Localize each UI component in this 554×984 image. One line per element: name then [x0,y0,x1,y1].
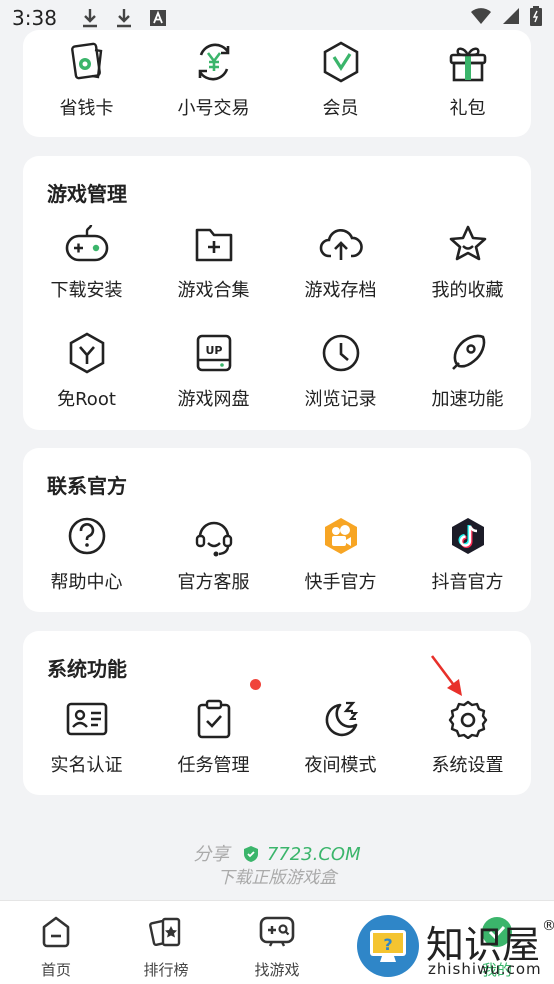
section-title: 联系官方 [47,474,127,498]
no-root-item[interactable]: 免Root [23,331,150,421]
douyin-logo-icon [446,514,490,558]
accelerate-item[interactable]: 加速功能 [404,331,531,421]
system-settings-label: 系统设置 [431,755,504,776]
tab-ranking[interactable]: 排行榜 [111,915,221,980]
gear-icon [446,697,490,741]
share-prefix: 分享 [193,844,230,865]
battery-icon [530,5,542,31]
kuaishou-official-label: 快手官方 [304,572,377,593]
savings-card-label: 省钱卡 [59,98,114,119]
signal-icon [502,6,520,30]
savings-card-icon [65,40,109,84]
game-save-label: 游戏存档 [304,280,377,301]
watermark-reg: ® [542,918,554,934]
kuaishou-official-item[interactable]: 快手官方 [277,514,404,604]
tab-home-label: 首页 [40,961,71,979]
no-root-label: 免Root [57,389,116,410]
home-icon [38,915,74,953]
clipboard-check-icon [192,697,236,741]
cloud-upload-icon [319,222,363,266]
section-title: 游戏管理 [47,182,127,206]
moon-zzz-icon [319,697,363,741]
svg-text:?: ? [383,935,392,954]
tab-find-game[interactable]: 找游戏 [222,915,332,980]
night-mode-label: 夜间模式 [304,755,377,776]
task-management-label: 任务管理 [177,755,250,776]
my-favorites-label: 我的收藏 [431,280,504,301]
wifi-icon [470,6,492,30]
game-management-card: 游戏管理 下载安装 游戏合集 游戏存档 我的收藏 免Root UP 游戏网盘 浏… [23,156,531,430]
download-icon [79,7,101,29]
gamepad-search-icon [258,915,296,953]
contact-official-card: 联系官方 帮助中心 官方客服 快手官方 抖音官方 [23,448,531,612]
share-tagline: 下载正版游戏盒 [217,868,337,888]
share-brand: 7723.COM [266,844,361,865]
star-face-icon [446,222,490,266]
root-hexagon-icon [65,331,109,375]
browse-history-item[interactable]: 浏览记录 [277,331,404,421]
douyin-official-label: 抖音官方 [431,572,504,593]
question-circle-icon [65,514,109,558]
customer-service-label: 官方客服 [177,572,250,593]
download-install-label: 下载安装 [50,280,123,301]
gamepad-icon [65,222,109,266]
download-icon [113,7,135,29]
a-badge-icon [147,7,169,29]
top-services-card: 省钱卡 小号交易 会员 礼包 [23,30,531,137]
id-card-icon [65,697,109,741]
account-trade-label: 小号交易 [177,98,250,119]
real-name-auth-label: 实名认证 [50,755,123,776]
vip-shield-icon [319,40,363,84]
my-favorites-item[interactable]: 我的收藏 [404,222,531,312]
watermark-sub: zhishiwu.com [428,960,542,978]
system-settings-item[interactable]: 系统设置 [404,697,531,787]
vip-label: 会员 [322,98,359,119]
yuan-exchange-icon [192,40,236,84]
headset-icon [192,514,236,558]
watermark-logo: ? 知识屋 ® zhishiwu.com [356,910,554,984]
customer-service-item[interactable]: 官方客服 [150,514,277,604]
tab-ranking-label: 排行榜 [143,961,189,979]
game-collection-label: 游戏合集 [177,280,250,301]
help-center-item[interactable]: 帮助中心 [23,514,150,604]
rocket-icon [446,331,490,375]
game-save-item[interactable]: 游戏存档 [277,222,404,312]
game-cloud-disk-label: 游戏网盘 [177,389,250,410]
gift-pack-item[interactable]: 礼包 [404,40,531,130]
help-center-label: 帮助中心 [50,572,123,593]
night-mode-item[interactable]: 夜间模式 [277,697,404,787]
savings-card-item[interactable]: 省钱卡 [23,40,150,130]
game-collection-item[interactable]: 游戏合集 [150,222,277,312]
status-time: 3:38 [12,6,57,30]
kuaishou-logo-icon [319,514,363,558]
notification-dot [250,679,261,690]
pointer-arrow-icon [430,655,462,696]
section-title: 系统功能 [47,657,127,681]
real-name-auth-item[interactable]: 实名认证 [23,697,150,787]
watermark-monitor-icon: ? [356,914,420,982]
up-disk-icon: UP [192,331,236,375]
vip-item[interactable]: 会员 [277,40,404,130]
account-trade-item[interactable]: 小号交易 [150,40,277,130]
game-cloud-disk-item[interactable]: UP 游戏网盘 [150,331,277,421]
folder-plus-icon [192,222,236,266]
ranking-cards-icon [148,915,184,953]
gift-pack-label: 礼包 [449,98,486,119]
clock-icon [319,331,363,375]
tab-find-game-label: 找游戏 [254,961,300,979]
browse-history-label: 浏览记录 [304,389,377,410]
tab-home[interactable]: 首页 [1,915,111,980]
gift-icon [446,40,490,84]
accelerate-label: 加速功能 [431,389,504,410]
task-management-item[interactable]: 任务管理 [150,697,277,787]
svg-text:UP: UP [205,344,222,357]
download-install-item[interactable]: 下载安装 [23,222,150,312]
douyin-official-item[interactable]: 抖音官方 [404,514,531,604]
